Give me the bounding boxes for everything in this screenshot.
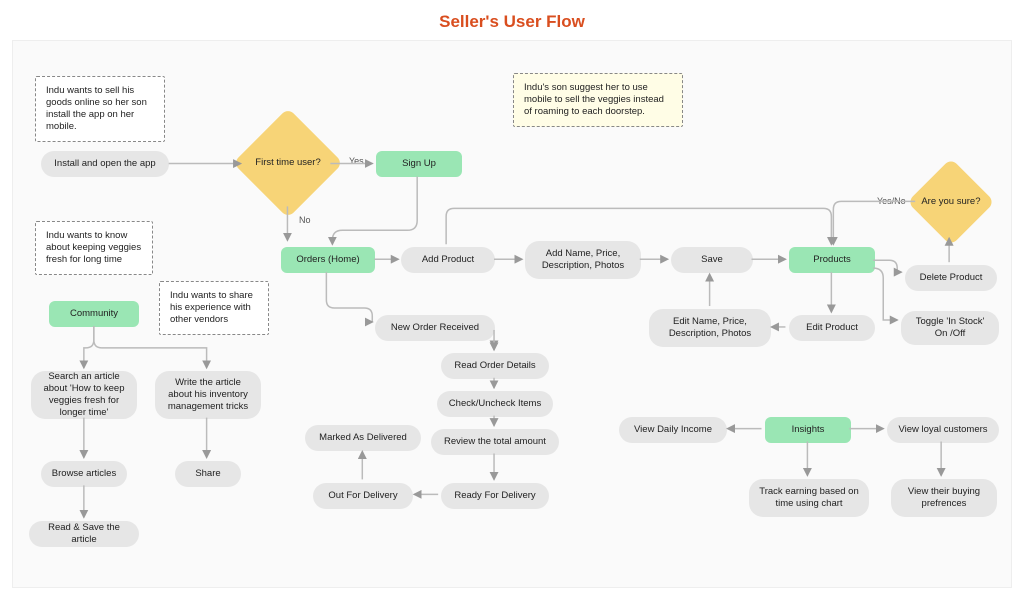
decision-first-time-label: First time user? [255,157,320,168]
node-view-income: View Daily Income [619,417,727,443]
node-review-amount: Review the total amount [431,429,559,455]
node-delete-product: Delete Product [905,265,997,291]
node-community: Community [49,301,139,327]
node-edit-product: Edit Product [789,315,875,341]
node-insights: Insights [765,417,851,443]
node-marked-delivered: Marked As Delivered [305,425,421,451]
node-browse-articles: Browse articles [41,461,127,487]
decision-are-you-sure-label: Are you sure? [921,196,980,207]
node-share: Share [175,461,241,487]
node-view-loyal: View loyal customers [887,417,999,443]
edge-no: No [299,215,311,225]
node-track-earning: Track earning based on time using chart [749,479,869,517]
node-write-article: Write the article about his inventory ma… [155,371,261,419]
decision-first-time: First time user? [233,108,343,218]
node-search-article: Search an article about 'How to keep veg… [31,371,137,419]
node-out-delivery: Out For Delivery [313,483,413,509]
note-install: Indu wants to sell his goods online so h… [35,76,165,142]
node-new-order: New Order Received [375,315,495,341]
edge-yes-no: Yes/No [877,196,906,206]
note-fresh: Indu wants to know about keeping veggies… [35,221,153,275]
note-son-suggest: Indu's son suggest her to use mobile to … [513,73,683,127]
node-check-items: Check/Uncheck Items [437,391,553,417]
node-save: Save [671,247,753,273]
node-view-pref: View their buying prefrences [891,479,997,517]
node-read-save: Read & Save the article [29,521,139,547]
node-sign-up: Sign Up [376,151,462,177]
node-install-open: Install and open the app [41,151,169,177]
node-products: Products [789,247,875,273]
decision-are-you-sure: Are you sure? [907,158,995,246]
page-title: Seller's User Flow [0,0,1024,40]
node-read-order: Read Order Details [441,353,549,379]
flow-canvas: Indu wants to sell his goods online so h… [12,40,1012,588]
node-edit-details: Edit Name, Price, Description, Photos [649,309,771,347]
note-share-exp: Indu wants to share his experience with … [159,281,269,335]
node-orders-home: Orders (Home) [281,247,375,273]
edge-yes: Yes [349,156,364,166]
node-ready-delivery: Ready For Delivery [441,483,549,509]
node-toggle-stock: Toggle 'In Stock' On /Off [901,311,999,345]
node-add-details: Add Name, Price, Description, Photos [525,241,641,279]
node-add-product: Add Product [401,247,495,273]
